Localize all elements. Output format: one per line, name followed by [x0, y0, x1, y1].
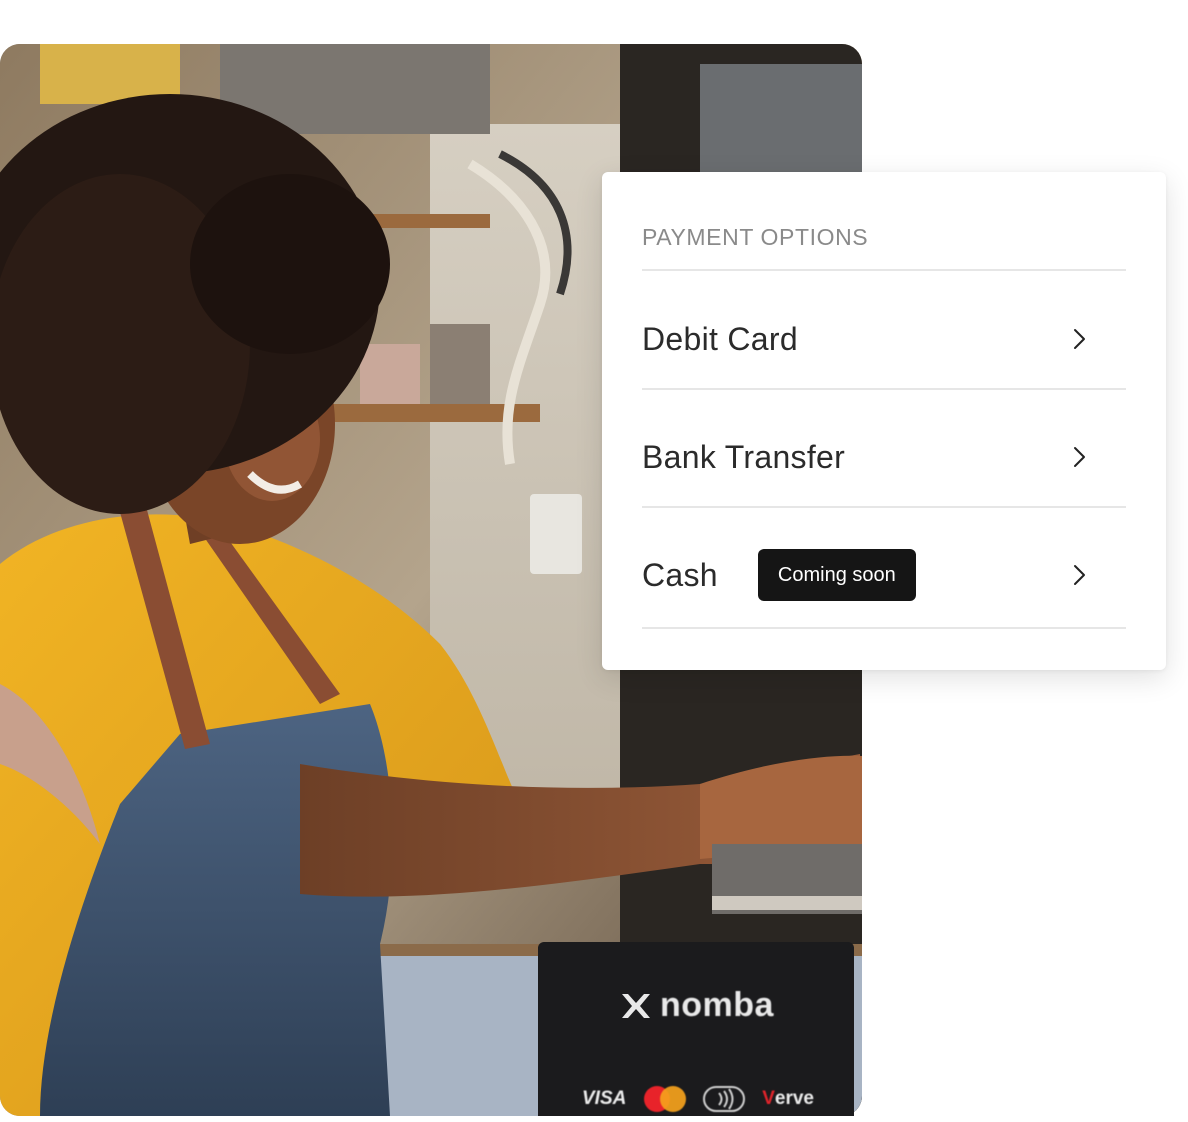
verve-logo-initial: V [762, 1088, 775, 1109]
divider [642, 627, 1126, 629]
chevron-right-icon [1074, 565, 1085, 585]
nomba-brand-text: nomba [660, 986, 774, 1024]
chevron-right-icon [1074, 329, 1085, 349]
card-network-logos: VISA Verve [582, 1084, 814, 1114]
chevron-right-icon [1074, 447, 1085, 467]
divider [642, 269, 1126, 271]
option-debit-card[interactable]: Debit Card [642, 290, 1126, 388]
option-label: Bank Transfer [642, 438, 846, 475]
option-bank-transfer[interactable]: Bank Transfer [642, 408, 1126, 506]
coming-soon-badge: Coming soon [757, 549, 916, 601]
pos-terminal: nomba VISA Verve [538, 942, 854, 1116]
visa-logo: VISA [582, 1088, 627, 1109]
option-label: Cash [642, 556, 718, 593]
option-label: Debit Card [642, 320, 798, 357]
payment-options-title: PAYMENT OPTIONS [642, 224, 869, 250]
verve-logo-rest: erve [774, 1088, 814, 1109]
option-cash[interactable]: Cash Coming soon [642, 526, 1126, 624]
payment-options-card: PAYMENT OPTIONS Debit Card Bank Transfer… [602, 172, 1166, 670]
nomba-mark-icon [622, 993, 651, 1018]
nomba-logo: nomba [538, 986, 854, 1025]
contactless-icon [702, 1086, 745, 1112]
mastercard-logo-icon [643, 1086, 686, 1112]
divider [642, 506, 1126, 508]
divider [642, 388, 1126, 390]
verve-logo: Verve [762, 1088, 814, 1110]
